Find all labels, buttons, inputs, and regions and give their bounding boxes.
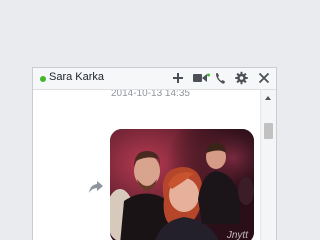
photo-image (110, 129, 254, 240)
scroll-thumb[interactable] (264, 123, 273, 139)
settings-icon[interactable] (235, 71, 248, 85)
message-timestamp: 2014-10-13 14:35 (111, 90, 190, 99)
close-icon[interactable] (258, 71, 270, 85)
shared-photo[interactable]: Jnytt (110, 129, 254, 240)
scroll-up-arrow[interactable] (265, 96, 271, 100)
share-icon[interactable] (88, 180, 104, 194)
contact-name[interactable]: Sara Karka (49, 71, 104, 83)
chat-titlebar[interactable]: Sara Karka (33, 68, 276, 90)
phone-icon[interactable] (215, 71, 226, 85)
add-icon[interactable] (173, 71, 183, 85)
message-list: 2014-10-13 14:35 Jnytt (33, 90, 260, 240)
scrollbar[interactable] (260, 90, 276, 240)
video-call-icon[interactable] (193, 71, 210, 85)
chat-window: Sara Karka 2014-10-13 14:35 Jnytt (32, 67, 277, 240)
online-status-dot (40, 76, 46, 82)
photo-watermark: Jnytt (226, 230, 248, 240)
